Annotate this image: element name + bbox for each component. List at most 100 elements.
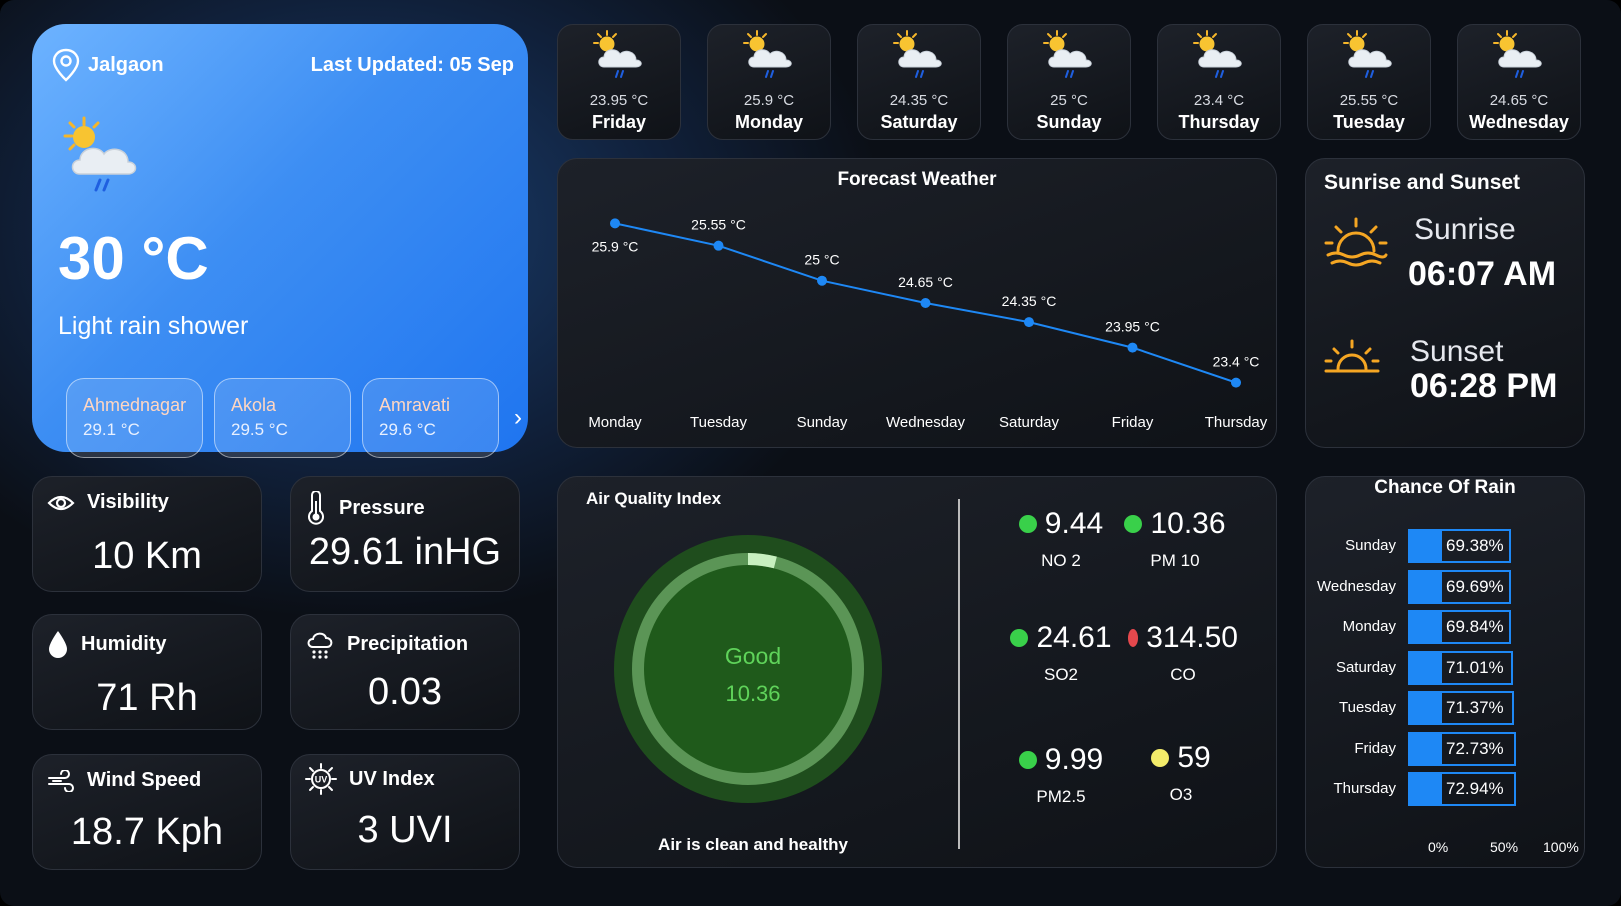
day-forecast-card[interactable]: 23.95 °C Friday — [557, 24, 681, 140]
sun-cloud-rain-icon — [889, 30, 949, 85]
rain-row[interactable]: Saturday 71.01% — [1306, 650, 1586, 685]
day-name: Tuesday — [1333, 112, 1405, 132]
status-dot — [1018, 751, 1037, 769]
sunrise-icon — [1324, 217, 1388, 267]
forecast-point[interactable] — [817, 275, 827, 286]
rain-row[interactable]: Sunday 69.38% — [1306, 529, 1586, 563]
rain-title: Chance Of Rain — [1374, 477, 1516, 498]
rain-value-label: 69.38% — [1446, 536, 1504, 555]
status-dot — [1010, 629, 1029, 647]
sunrise-sunset-title: Sunrise and Sunset — [1324, 171, 1521, 194]
pressure-label: Pressure — [339, 496, 425, 519]
uv-index-label: UV Index — [349, 767, 435, 790]
last-updated: Last Updated: 05 Sep — [310, 54, 514, 76]
weather-dashboard: Jalgaon Last Updated: 05 Sep 30 °C Light… — [0, 0, 1621, 906]
pollutant-value: 24.61 — [1036, 621, 1112, 654]
day-temperature: 25.9 °C — [743, 92, 795, 109]
current-temperature: 30 °C — [58, 225, 209, 292]
sun-cloud-rain-icon — [1339, 30, 1399, 85]
rain-row[interactable]: Monday 69.84% — [1306, 610, 1586, 644]
precipitation-value: 0.03 — [368, 671, 442, 713]
pollutant-item: 9.44 NO 2 — [1006, 507, 1116, 571]
weather-condition: Light rain shower — [58, 312, 249, 340]
rain-row[interactable]: Friday 72.73% — [1306, 731, 1586, 766]
rain-value-label: 71.01% — [1446, 657, 1504, 677]
forecast-x-tick-label: Monday — [588, 414, 642, 431]
forecast-point[interactable] — [1231, 377, 1241, 388]
sunrise-label: Sunrise — [1414, 213, 1516, 246]
nearby-city-card[interactable]: Amravati 29.6 °C — [362, 378, 499, 458]
sun-cloud-rain-icon — [58, 116, 150, 205]
wind-speed-tile: Wind Speed 18.7 Kph — [32, 754, 262, 870]
pollutant-value: 9.44 — [1044, 507, 1104, 540]
status-dot — [1018, 515, 1037, 533]
humidity-label: Humidity — [81, 632, 167, 655]
day-name: Saturday — [880, 112, 958, 132]
precipitation-tile: Precipitation 0.03 — [290, 614, 520, 730]
cloud-rain-icon — [307, 632, 333, 659]
water-drop-icon — [49, 631, 67, 658]
day-forecast-card[interactable]: 25.55 °C Tuesday — [1307, 24, 1431, 140]
day-temperature: 24.35 °C — [889, 92, 949, 109]
wind-speed-label: Wind Speed — [87, 769, 202, 791]
day-temperature: 25.55 °C — [1339, 92, 1399, 109]
forecast-point[interactable] — [713, 240, 724, 251]
forecast-data-label: 25.9 °C — [592, 238, 639, 254]
forecast-data-label: 25 °C — [804, 252, 839, 268]
chance-of-rain-card: Chance Of Rain Sunday 69.38% Wednesday 69.6… — [1305, 476, 1585, 868]
day-forecast-card[interactable]: 24.35 °C Saturday — [857, 24, 981, 140]
rain-row[interactable]: Thursday 72.94% — [1306, 772, 1586, 806]
sun-cloud-rain-icon — [739, 30, 799, 85]
day-forecast-card[interactable]: 25 °C Sunday — [1007, 24, 1131, 140]
day-temperature: 23.95 °C — [589, 92, 649, 109]
forecast-point[interactable] — [610, 218, 620, 229]
rain-row[interactable]: Wednesday 69.69% — [1306, 569, 1586, 604]
chevron-right-icon[interactable]: › — [514, 404, 522, 432]
rain-axis-tick: 100% — [1543, 839, 1579, 855]
location-name: Jalgaon — [88, 53, 164, 76]
aqi-status: Good — [724, 643, 782, 669]
day-temperature: 23.4 °C — [1193, 92, 1245, 109]
forecast-point[interactable] — [920, 298, 931, 308]
rain-axis-tick: 50% — [1490, 839, 1519, 855]
day-forecast-card[interactable]: 25.9 °C Monday — [707, 24, 831, 140]
forecast-x-tick-label: Thursday — [1205, 414, 1268, 431]
forecast-point[interactable] — [1127, 342, 1138, 353]
day-forecast-card[interactable]: 23.4 °C Thursday — [1157, 24, 1281, 140]
thermometer-icon — [308, 491, 324, 525]
wind-speed-value: 18.7 Kph — [70, 811, 224, 853]
rain-day-label: Sunday — [1345, 537, 1396, 554]
humidity-tile: Humidity 71 Rh — [32, 614, 262, 730]
forecast-data-label: 23.95 °C — [1105, 319, 1160, 335]
pollutant-name: CO — [1170, 665, 1196, 684]
precipitation-label: Precipitation — [347, 632, 469, 655]
rain-value-label: 72.94% — [1446, 779, 1504, 798]
rain-value-label: 69.84% — [1446, 617, 1504, 636]
pollutant-item: 314.50 CO — [1128, 621, 1238, 685]
pressure-tile: Pressure 29.61 inHG — [290, 476, 520, 592]
pressure-value: 29.61 inHG — [308, 531, 502, 573]
forecast-point[interactable] — [1024, 317, 1034, 328]
rain-row[interactable]: Tuesday 71.37% — [1306, 691, 1586, 725]
pollutant-name: SO2 — [1043, 665, 1079, 684]
nearby-city-card[interactable]: Ahmednagar 29.1 °C — [66, 378, 203, 458]
day-name: Friday — [591, 112, 647, 132]
pollutant-name: O3 — [1169, 785, 1193, 804]
uv-index-tile: UV UV Index 3 UVI — [290, 754, 520, 870]
pollutant-item: 24.61 SO2 — [1006, 621, 1116, 685]
rain-value-label: 72.73% — [1446, 738, 1504, 758]
location-pin-icon — [52, 48, 80, 82]
forecast-data-label: 23.4 °C — [1213, 354, 1260, 370]
sun-cloud-rain-icon — [589, 30, 649, 85]
rain-day-label: Monday — [1342, 618, 1396, 635]
location[interactable]: Jalgaon — [52, 48, 164, 82]
sun-cloud-rain-icon — [1189, 30, 1249, 85]
forecast-x-tick-label: Friday — [1112, 414, 1154, 431]
nearby-city-temp: 29.6 °C — [379, 420, 436, 439]
rain-value-label: 71.37% — [1446, 698, 1504, 717]
nearby-city-card[interactable]: Akola 29.5 °C — [214, 378, 351, 458]
day-forecast-card[interactable]: 24.65 °C Wednesday — [1457, 24, 1581, 140]
forecast-x-tick-label: Wednesday — [886, 414, 965, 431]
rain-day-label: Wednesday — [1317, 577, 1396, 595]
status-dot — [1128, 629, 1139, 647]
